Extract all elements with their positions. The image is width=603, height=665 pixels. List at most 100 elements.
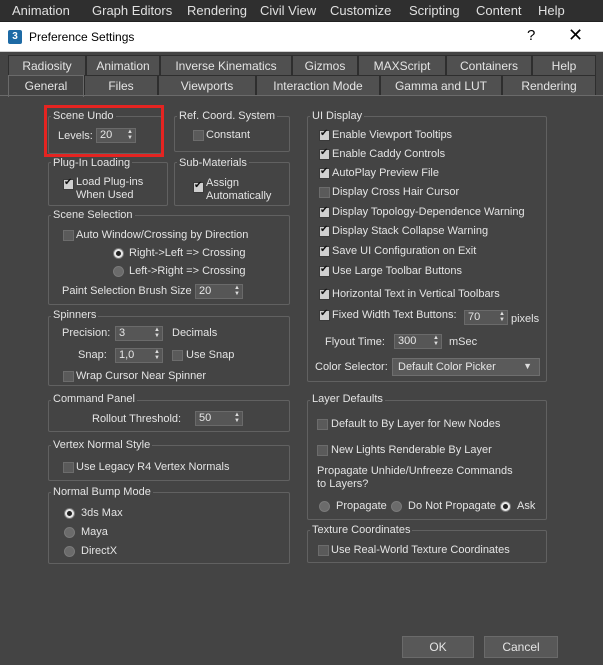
color-selector-value: Default Color Picker xyxy=(398,361,496,373)
spinner-arrows-icon[interactable]: ▲ ▼ xyxy=(499,311,505,323)
load-plugins-checkbox[interactable] xyxy=(63,177,74,190)
propagate-question-1: Propagate Unhide/Unfreeze Commands xyxy=(317,465,513,477)
tab-divider xyxy=(0,95,603,96)
tab-inverse-kinematics[interactable]: Inverse Kinematics xyxy=(160,55,292,76)
save-ui-config-label: Save UI Configuration on Exit xyxy=(332,245,477,257)
paint-brush-spinner[interactable]: 20 ▲ ▼ xyxy=(195,284,243,299)
tab-interaction-mode[interactable]: Interaction Mode xyxy=(256,75,380,96)
right-left-crossing-label: Right->Left => Crossing xyxy=(129,247,246,259)
stack-collapse-warning-checkbox[interactable] xyxy=(319,224,330,237)
cancel-button[interactable]: Cancel xyxy=(484,636,558,658)
autoplay-preview-checkbox[interactable] xyxy=(319,166,330,179)
dialog-title: Preference Settings xyxy=(29,30,135,44)
bump-3dsmax-radio[interactable] xyxy=(64,508,75,519)
menu-customize[interactable]: Customize xyxy=(330,3,391,18)
new-lights-renderable-checkbox[interactable] xyxy=(317,445,328,456)
caddy-controls-checkbox[interactable] xyxy=(319,147,330,160)
tab-help[interactable]: Help xyxy=(532,55,596,76)
load-plugins-label-1: Load Plug-ins xyxy=(76,176,144,188)
save-ui-config-checkbox[interactable] xyxy=(319,244,330,257)
flyout-time-spinner[interactable]: 300 ▲ ▼ xyxy=(394,334,442,349)
cross-hair-cursor-label: Display Cross Hair Cursor xyxy=(332,186,460,198)
autoplay-preview-label: AutoPlay Preview File xyxy=(332,167,439,179)
menu-animation[interactable]: Animation xyxy=(12,3,70,18)
fixed-width-text-checkbox[interactable] xyxy=(319,308,330,321)
ok-button[interactable]: OK xyxy=(402,636,474,658)
color-selector-dropdown[interactable]: Default Color Picker ▼ xyxy=(392,358,540,376)
chevron-down-icon: ▼ xyxy=(523,361,532,371)
topology-warning-checkbox[interactable] xyxy=(319,205,330,218)
spinner-arrows-icon[interactable]: ▲ ▼ xyxy=(433,335,439,347)
menu-help[interactable]: Help xyxy=(538,3,565,18)
close-icon[interactable]: ✕ xyxy=(568,25,583,46)
spinner-arrows-icon[interactable]: ▲ ▼ xyxy=(234,285,240,297)
paint-brush-label: Paint Selection Brush Size xyxy=(62,285,192,297)
use-snap-label: Use Snap xyxy=(186,349,235,361)
constant-label: Constant xyxy=(206,129,251,141)
tab-radiosity[interactable]: Radiosity xyxy=(8,55,86,76)
stack-collapse-warning-label: Display Stack Collapse Warning xyxy=(332,225,489,237)
help-icon[interactable]: ? xyxy=(527,27,535,44)
decimals-label: Decimals xyxy=(172,327,218,339)
large-toolbar-buttons-checkbox[interactable] xyxy=(319,264,330,277)
propagate-label: Propagate xyxy=(336,500,387,512)
horizontal-text-checkbox[interactable] xyxy=(319,287,330,300)
left-right-crossing-radio[interactable] xyxy=(113,266,124,277)
tab-animation[interactable]: Animation xyxy=(86,55,160,76)
bump-maya-radio[interactable] xyxy=(64,527,75,538)
default-bylayer-checkbox[interactable] xyxy=(317,419,328,430)
fixed-width-spinner[interactable]: 70 ▲ ▼ xyxy=(464,310,508,325)
use-snap-checkbox[interactable] xyxy=(172,350,183,361)
do-not-propagate-label: Do Not Propagate xyxy=(408,500,497,512)
caddy-controls-label: Enable Caddy Controls xyxy=(332,148,446,160)
topology-warning-label: Display Topology-Dependence Warning xyxy=(332,206,525,218)
tab-maxscript[interactable]: MAXScript xyxy=(358,55,446,76)
command-panel-title: Command Panel xyxy=(51,393,137,405)
tab-containers[interactable]: Containers xyxy=(446,55,532,76)
menu-scripting[interactable]: Scripting xyxy=(409,3,460,18)
ask-radio[interactable] xyxy=(500,501,511,512)
tab-general[interactable]: General xyxy=(8,75,84,97)
flyout-time-label: Flyout Time: xyxy=(325,336,385,348)
right-left-crossing-radio[interactable] xyxy=(113,248,124,259)
spinner-arrows-icon[interactable]: ▲ ▼ xyxy=(154,349,160,361)
legacy-normals-checkbox[interactable] xyxy=(63,462,74,473)
ui-display-title: UI Display xyxy=(310,110,365,122)
tab-gamma-and-lut[interactable]: Gamma and LUT xyxy=(380,75,502,96)
bump-3dsmax-label: 3ds Max xyxy=(81,507,123,519)
msec-label: mSec xyxy=(449,336,478,348)
bump-directx-label: DirectX xyxy=(81,545,118,557)
spinners-title: Spinners xyxy=(51,309,99,321)
wrap-cursor-label: Wrap Cursor Near Spinner xyxy=(76,370,207,382)
cross-hair-cursor-checkbox[interactable] xyxy=(319,187,330,198)
assign-label-1: Assign xyxy=(206,177,240,189)
tab-rendering[interactable]: Rendering xyxy=(502,75,596,96)
tab-files[interactable]: Files xyxy=(84,75,158,96)
snap-spinner[interactable]: 1,0 ▲ ▼ xyxy=(115,348,163,363)
constant-checkbox[interactable] xyxy=(193,130,204,141)
rollout-threshold-label: Rollout Threshold: xyxy=(92,413,182,425)
realworld-texture-checkbox[interactable] xyxy=(318,545,329,556)
menu-graph-editors[interactable]: Graph Editors xyxy=(92,3,172,18)
menu-rendering[interactable]: Rendering xyxy=(187,3,247,18)
bump-directx-radio[interactable] xyxy=(64,546,75,557)
menu-content[interactable]: Content xyxy=(476,3,522,18)
spinner-arrows-icon[interactable]: ▲ ▼ xyxy=(234,412,240,424)
precision-value: 3 xyxy=(119,327,126,339)
tab-viewports[interactable]: Viewports xyxy=(158,75,256,96)
auto-window-checkbox[interactable] xyxy=(63,230,74,241)
do-not-propagate-radio[interactable] xyxy=(391,501,402,512)
large-toolbar-buttons-label: Use Large Toolbar Buttons xyxy=(332,265,463,277)
default-bylayer-label: Default to By Layer for New Nodes xyxy=(331,418,501,430)
precision-spinner[interactable]: 3 ▲ ▼ xyxy=(115,326,163,341)
wrap-cursor-checkbox[interactable] xyxy=(63,371,74,382)
rollout-threshold-spinner[interactable]: 50 ▲ ▼ xyxy=(195,411,243,426)
tab-gizmos[interactable]: Gizmos xyxy=(292,55,358,76)
spinner-arrows-icon[interactable]: ▲ ▼ xyxy=(154,327,160,339)
assign-automatically-checkbox[interactable] xyxy=(193,180,204,193)
viewport-tooltips-checkbox[interactable] xyxy=(319,128,330,141)
propagate-radio[interactable] xyxy=(319,501,330,512)
propagate-question-2: to Layers? xyxy=(317,478,369,490)
menu-civil-view[interactable]: Civil View xyxy=(260,3,316,18)
fixed-width-text-label: Fixed Width Text Buttons: xyxy=(332,309,457,321)
